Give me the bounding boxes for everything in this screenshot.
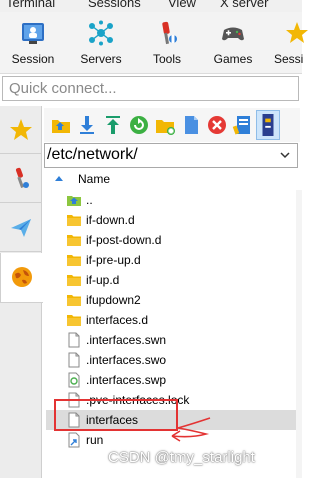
ribbon-toolbar: Session Servers Tools Games Sessi — [0, 12, 308, 74]
folder-icon — [67, 295, 81, 306]
side-tab-sessions[interactable] — [0, 106, 42, 154]
file-row[interactable]: .interfaces.swn — [46, 330, 298, 350]
file-row[interactable]: interfaces.d — [46, 310, 298, 330]
session-button[interactable]: Session — [2, 16, 64, 68]
file-toolbar — [44, 108, 300, 142]
sessions-star-label: Sessi — [274, 52, 304, 66]
folder-icon — [67, 215, 81, 226]
sftp-globe-icon — [12, 267, 32, 287]
file-name: .interfaces.swn — [86, 333, 167, 347]
path-value: /etc/network/ — [47, 146, 138, 163]
side-tab-macros[interactable] — [0, 204, 42, 252]
file-icon — [68, 332, 80, 348]
new-folder-icon[interactable] — [154, 114, 176, 136]
file-row[interactable]: .. — [46, 190, 298, 210]
delete-icon[interactable] — [206, 114, 228, 136]
terminal-follow-icon[interactable] — [256, 110, 280, 140]
star-icon — [286, 22, 308, 43]
parent-folder-icon — [67, 196, 81, 206]
file-row[interactable]: if-pre-up.d — [46, 250, 298, 270]
games-icon — [222, 27, 244, 41]
watermark-text: CSDN @tmy_starlight — [108, 449, 255, 466]
file-name: if-pre-up.d — [86, 253, 141, 267]
download-icon[interactable] — [76, 114, 98, 136]
session-label: Session — [11, 52, 55, 66]
side-tab-bar — [0, 106, 43, 478]
tools-icon — [162, 21, 177, 45]
file-row[interactable]: .interfaces.swo — [46, 350, 298, 370]
folder-icon — [67, 275, 81, 286]
path-selector[interactable]: /etc/network/ — [44, 143, 298, 168]
refresh-icon[interactable] — [128, 114, 150, 136]
menu-bar: Terminal Sessions View X server — [0, 0, 302, 12]
file-row[interactable]: if-up.d — [46, 270, 298, 290]
servers-button[interactable]: Servers — [70, 16, 132, 68]
file-row[interactable]: if-down.d — [46, 210, 298, 230]
menu-x-server[interactable]: X server — [220, 0, 268, 10]
symlink-icon — [68, 432, 80, 448]
file-list-header[interactable]: Name — [44, 170, 300, 190]
file-row[interactable]: .interfaces.swp — [46, 370, 298, 390]
games-button[interactable]: Games — [202, 16, 264, 68]
annotation-highlight-box — [54, 399, 178, 431]
file-name: run — [86, 433, 104, 447]
swap-file-icon — [68, 372, 80, 388]
parent-folder-icon[interactable] — [50, 114, 72, 136]
menu-view[interactable]: View — [168, 0, 196, 10]
file-row[interactable]: ifupdown2 — [46, 290, 298, 310]
edit-icon[interactable] — [232, 114, 254, 136]
file-icon — [68, 352, 80, 368]
file-name: .interfaces.swo — [86, 353, 167, 367]
servers-icon — [89, 20, 113, 46]
file-name: ifupdown2 — [86, 293, 141, 307]
file-list-scrollbar[interactable] — [296, 190, 302, 478]
folder-icon — [67, 315, 81, 326]
file-name: .. — [86, 193, 93, 207]
side-tab-sftp[interactable] — [0, 253, 43, 303]
file-name: .interfaces.swp — [86, 373, 167, 387]
games-label: Games — [213, 52, 253, 66]
new-file-icon[interactable] — [180, 114, 202, 136]
upload-icon[interactable] — [102, 114, 124, 136]
servers-label: Servers — [80, 52, 122, 66]
menu-terminal[interactable]: Terminal — [6, 0, 55, 10]
sessions-star-button[interactable]: Sessi — [266, 16, 320, 68]
quick-connect-box — [2, 76, 299, 101]
sort-ascending-icon — [55, 176, 63, 181]
folder-icon — [67, 255, 81, 266]
side-tab-tools[interactable] — [0, 155, 42, 203]
quick-connect-input[interactable] — [9, 79, 292, 98]
chevron-down-icon — [280, 152, 290, 159]
tools-button[interactable]: Tools — [136, 16, 198, 68]
file-name: if-post-down.d — [86, 233, 162, 247]
star-icon — [10, 119, 32, 140]
session-icon — [22, 23, 44, 44]
file-name: if-up.d — [86, 273, 120, 287]
send-icon — [11, 219, 31, 237]
file-name: interfaces.d — [86, 313, 149, 327]
menu-sessions[interactable]: Sessions — [88, 0, 141, 10]
tools-icon — [15, 167, 29, 188]
column-name-header: Name — [78, 172, 111, 186]
file-name: if-down.d — [86, 213, 135, 227]
tools-label: Tools — [152, 52, 181, 66]
file-row[interactable]: if-post-down.d — [46, 230, 298, 250]
folder-icon — [67, 235, 81, 246]
annotation-arrow — [171, 417, 211, 442]
